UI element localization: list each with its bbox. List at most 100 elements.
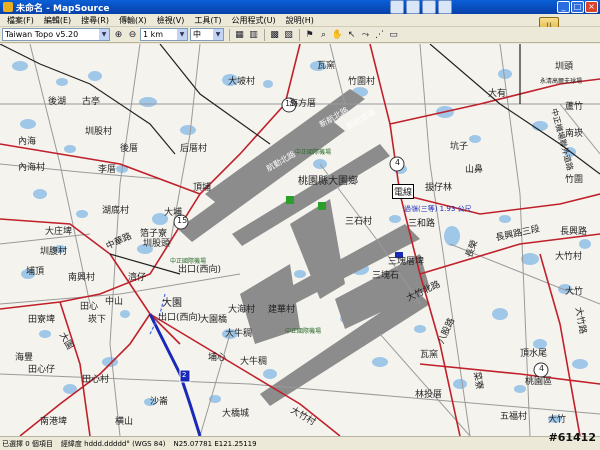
map-label: 南港埤: [40, 417, 68, 427]
menu-help[interactable]: 說明(H): [281, 15, 319, 26]
map-label: 出口(西向): [158, 313, 202, 323]
map-set-icon[interactable]: ▦: [233, 28, 246, 41]
map-label: 中正國際機場: [285, 328, 322, 335]
map-label: 後湖: [48, 97, 67, 107]
map-set-remove-icon[interactable]: ▥: [247, 28, 260, 41]
map-label: 竹圍: [565, 175, 584, 185]
map-label: 桃園區: [525, 377, 553, 387]
map-label: 沙崙: [150, 397, 169, 407]
map-label: 大竹: [548, 415, 567, 425]
map-view[interactable]: 15 15 4 4 2 瓦窯 竹圍村 大坡村 圳頭 永清高爾夫球場 後湖 古亭 …: [0, 44, 600, 436]
track-tool-icon[interactable]: ⋰: [373, 28, 386, 41]
map-label: 圳股村: [85, 127, 113, 137]
map-label: 林投厝: [415, 390, 443, 400]
chevron-down-icon: ▼: [177, 29, 187, 40]
map-label: 田心: [80, 302, 99, 312]
map-label: 坑子: [450, 142, 469, 152]
watermark-text: #61412: [548, 431, 597, 444]
menu-find[interactable]: 搜尋(R): [76, 15, 114, 26]
map-label: 三塊厝埤: [388, 257, 425, 267]
mapsource-app-icon: [3, 2, 13, 12]
receive-from-device-icon[interactable]: [406, 0, 420, 14]
terminal-marker: [286, 196, 294, 204]
map-label: 古亭: [82, 97, 101, 107]
map-label: 桃園縣大園鄉: [298, 176, 358, 187]
coordinate-format: 經緯度 hddd.ddddd° (WGS 84): [60, 439, 166, 448]
chevron-down-icon: ▼: [213, 29, 223, 40]
map-label: 海方厝: [289, 99, 317, 109]
map-product-value: Taiwan Topo v5.20: [5, 30, 79, 39]
mapsource-window: 未命名 - MapSource _ □ × 檔案(F) 編輯(E) 搜尋(R) …: [0, 0, 600, 450]
menu-tools[interactable]: 工具(T): [189, 15, 226, 26]
chevron-down-icon: ▼: [99, 29, 109, 40]
zoom-tool-icon[interactable]: ⌕: [317, 28, 330, 41]
map-label: 大海村: [228, 305, 256, 315]
map-label: 濟仔: [128, 273, 147, 283]
map-label: 內海村: [18, 163, 46, 173]
menu-utilities[interactable]: 公用程式(U): [227, 15, 281, 26]
send-to-device-icon[interactable]: [390, 0, 404, 14]
map-label: 大園橋: [200, 315, 228, 325]
route-tool-icon[interactable]: ⤳: [359, 28, 372, 41]
zoom-in-icon[interactable]: ⊕: [112, 28, 125, 41]
map-label: 內海: [18, 137, 37, 147]
map-label: 大牛稠: [225, 329, 253, 339]
map-label: 田心村: [82, 375, 110, 385]
map-label: 頂水尾: [520, 349, 548, 359]
detail-level-select[interactable]: 中 ▼: [190, 28, 224, 41]
menu-bar: 檔案(F) 編輯(E) 搜尋(R) 傳輸(X) 檢視(V) 工具(T) 公用程式…: [0, 14, 600, 27]
map-layer-remove-icon[interactable]: ▧: [282, 28, 295, 41]
zoom-scale-select[interactable]: 1 km ▼: [140, 28, 188, 41]
map-label: 永清高爾夫球場: [540, 78, 583, 85]
measure-tool-icon[interactable]: ▭: [387, 28, 400, 41]
map-label: 大牛稠: [240, 357, 268, 367]
map-label: 大竹: [565, 287, 584, 297]
map-label: 后厝村: [180, 144, 208, 154]
flag-icon[interactable]: ⚑: [303, 28, 316, 41]
map-label: 竹圍村: [348, 77, 376, 87]
maximize-button[interactable]: □: [571, 1, 584, 13]
zoom-out-icon[interactable]: ⊖: [126, 28, 139, 41]
menu-edit[interactable]: 編輯(E): [39, 15, 76, 26]
map-label: 中山: [105, 297, 124, 307]
menu-view[interactable]: 檢視(V): [152, 15, 190, 26]
map-label: 長興路: [560, 227, 588, 237]
map-label: 田心仔: [28, 365, 56, 375]
zoom-scale-value: 1 km: [143, 30, 164, 39]
map-label: 中正國際機場: [295, 149, 332, 156]
benchmark-label: 過嶺(三等) 1.93 公尺: [404, 205, 472, 213]
road-4-number: 4: [539, 364, 545, 373]
map-label: 大竹村: [555, 252, 583, 262]
map-label: 後厝: [120, 144, 139, 154]
detail-level-value: 中: [193, 30, 201, 39]
close-button[interactable]: ×: [585, 1, 598, 13]
map-label: 圳腹村: [40, 247, 68, 257]
menu-transfer[interactable]: 傳輸(X): [114, 15, 152, 26]
map-product-select[interactable]: Taiwan Topo v5.20 ▼: [2, 28, 110, 41]
window-controls: _ □ ×: [557, 1, 598, 13]
map-label: 田寮埤: [28, 315, 56, 325]
map-label: 横山: [115, 417, 134, 427]
map-label: 南崁: [565, 129, 584, 139]
title-toolbar-icons: [390, 0, 452, 14]
map-label: 李厝: [98, 165, 117, 175]
selection-arrow-icon[interactable]: ↖: [345, 28, 358, 41]
map-label: 拔仔林: [425, 183, 453, 193]
map-label: 五福村: [500, 412, 528, 422]
hand-tool-icon[interactable]: ✋: [331, 28, 344, 41]
map-label: 瓦窯: [420, 350, 439, 360]
map-label: 大園: [162, 298, 182, 309]
highway-2-line: [148, 313, 202, 436]
map-label: 圳頭: [555, 62, 574, 72]
title-bar: 未命名 - MapSource _ □ ×: [0, 0, 600, 14]
map-layer-icon[interactable]: ▩: [268, 28, 281, 41]
map-icon[interactable]: [422, 0, 436, 14]
waypoint-icon[interactable]: [438, 0, 452, 14]
toolbar-separator: [299, 28, 300, 41]
minimize-button[interactable]: _: [557, 1, 570, 13]
highway-2-number: 2: [182, 371, 187, 379]
menu-file[interactable]: 檔案(F): [2, 15, 39, 26]
map-label: 大庄埤: [45, 227, 73, 237]
map-label: 埔心: [208, 353, 227, 363]
map-label: 山鼻: [465, 165, 484, 175]
